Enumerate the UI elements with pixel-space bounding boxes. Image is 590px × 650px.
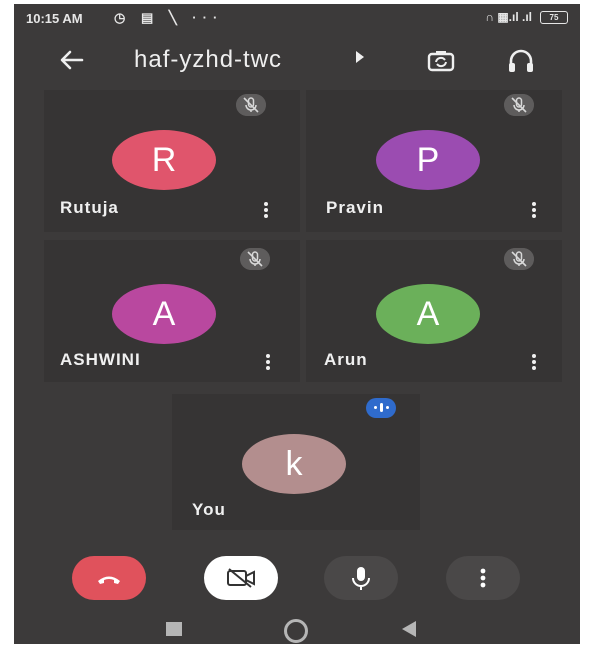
participant-tile[interactable]: P Pravin xyxy=(306,90,562,232)
meeting-code-title[interactable]: haf-yzhd-twc xyxy=(134,46,282,74)
self-name: You xyxy=(192,500,226,519)
speaking-indicator-icon xyxy=(366,398,396,418)
avatar-initial: k xyxy=(285,445,303,483)
mic-off-icon xyxy=(504,248,534,270)
phone-hangup-icon xyxy=(72,556,146,600)
more-options-icon[interactable] xyxy=(530,200,538,222)
recents-icon[interactable] xyxy=(166,622,182,636)
avatar-initial: A xyxy=(416,295,440,333)
avatar: P xyxy=(376,130,480,190)
status-bar: 10:15 AM ◷ ▤ ╲ ··· ∩ ▦.ıl .ıl 75 xyxy=(14,4,580,34)
signal-icons: ∩ ▦.ıl .ıl xyxy=(485,10,532,24)
battery-icon: 75 xyxy=(540,10,568,24)
mic-off-icon xyxy=(240,248,270,270)
participant-tile[interactable]: A Arun xyxy=(306,240,562,382)
more-vertical-icon xyxy=(446,556,520,600)
status-time: 10:15 AM xyxy=(26,11,83,26)
avatar-initial: A xyxy=(152,295,176,333)
participant-name: ASHWINI xyxy=(60,350,141,369)
avatar-initial: R xyxy=(151,141,177,179)
participant-tile[interactable]: R Rutuja xyxy=(44,90,300,232)
camera-switch-icon[interactable] xyxy=(424,44,458,78)
avatar: A xyxy=(112,284,216,344)
microphone-button[interactable] xyxy=(324,556,398,600)
status-right-icons: ∩ ▦.ıl .ıl 75 xyxy=(485,10,568,24)
end-call-button[interactable] xyxy=(72,556,146,600)
camera-toggle-button[interactable] xyxy=(204,556,278,600)
expand-arrow-icon[interactable] xyxy=(356,51,364,63)
back-arrow-icon[interactable] xyxy=(54,42,90,78)
participant-name: Rutuja xyxy=(60,198,119,217)
more-options-icon[interactable] xyxy=(264,352,272,374)
mic-off-icon xyxy=(504,94,534,116)
headphones-icon[interactable] xyxy=(504,44,538,78)
system-nav-bar xyxy=(14,616,580,644)
avatar: A xyxy=(376,284,480,344)
participant-name: Arun xyxy=(324,350,368,369)
participant-tile[interactable]: A ASHWINI xyxy=(44,240,300,382)
phone-screen: 10:15 AM ◷ ▤ ╲ ··· ∩ ▦.ıl .ıl 75 haf-yzh… xyxy=(14,4,580,644)
more-options-icon[interactable] xyxy=(262,200,270,222)
avatar-initial: P xyxy=(416,141,440,179)
avatar: k xyxy=(242,434,346,494)
self-tile[interactable]: k You xyxy=(172,394,420,530)
video-off-icon xyxy=(204,556,278,600)
avatar: R xyxy=(112,130,216,190)
mic-off-icon xyxy=(236,94,266,116)
nav-back-icon[interactable] xyxy=(402,621,416,637)
more-options-button[interactable] xyxy=(446,556,520,600)
mic-icon xyxy=(324,556,398,600)
notification-icons: ◷ ▤ ╲ ··· xyxy=(114,10,224,25)
home-icon[interactable] xyxy=(284,619,308,643)
more-options-icon[interactable] xyxy=(530,352,538,374)
participant-name: Pravin xyxy=(326,198,384,217)
top-bar: haf-yzhd-twc xyxy=(14,36,580,86)
